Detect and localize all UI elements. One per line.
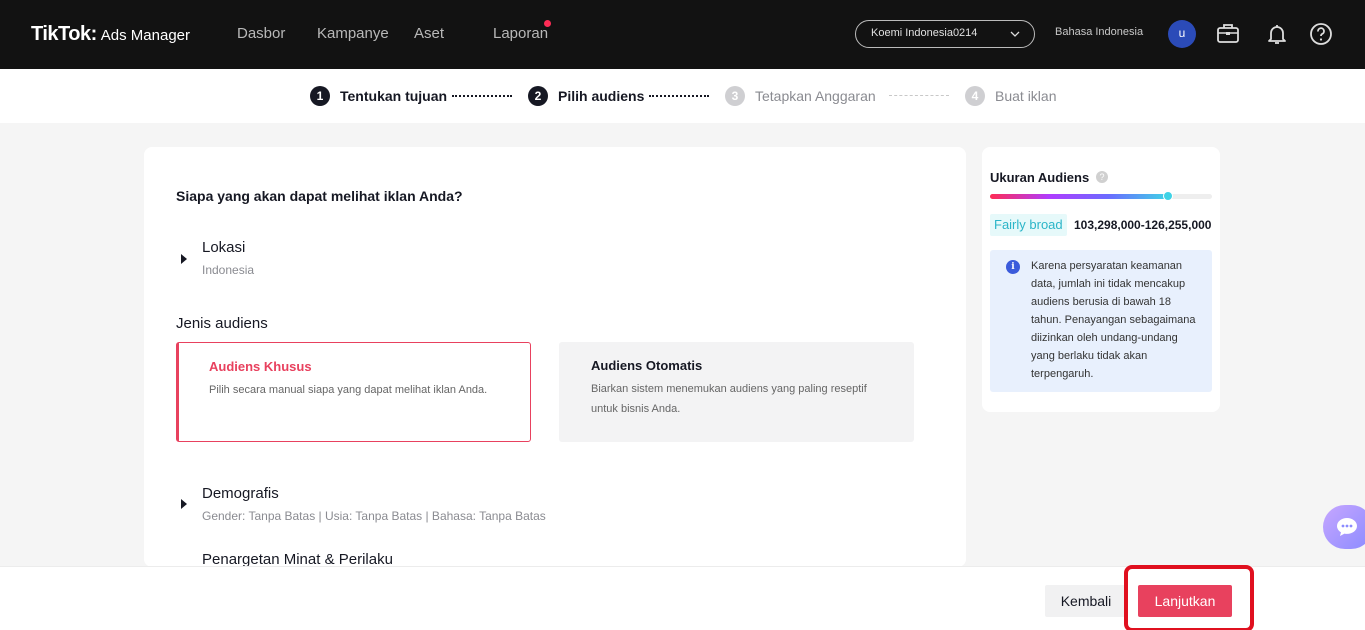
step-number: 4 bbox=[965, 86, 985, 106]
gauge-fill bbox=[990, 194, 1168, 199]
auto-audience-title: Audiens Otomatis bbox=[591, 358, 703, 373]
step-label: Tetapkan Anggaran bbox=[755, 88, 876, 104]
custom-audience-title: Audiens Khusus bbox=[209, 359, 312, 374]
logo-sub-text: Ads Manager bbox=[100, 27, 190, 44]
account-selector[interactable]: Koemi Indonesia0214 bbox=[855, 20, 1035, 48]
chevron-down-icon bbox=[1010, 31, 1020, 37]
notification-dot bbox=[544, 20, 551, 27]
nav-laporan[interactable]: Laporan bbox=[493, 25, 548, 42]
audience-size-card: Ukuran Audiens ? Fairly broad 103,298,00… bbox=[982, 147, 1220, 412]
top-nav-bar: TikTok: Ads Manager Dasbor Kampanye Aset… bbox=[0, 0, 1365, 69]
gauge-knob bbox=[1163, 191, 1173, 201]
lokasi-value: Indonesia bbox=[202, 263, 255, 277]
demografis-value: Gender: Tanpa Batas | Usia: Tanpa Batas … bbox=[202, 509, 546, 523]
step-label: Tentukan tujuan bbox=[340, 88, 448, 104]
step-tentukan-tujuan[interactable]: 1 Tentukan tujuan bbox=[310, 86, 447, 106]
step-pilih-audiens[interactable]: 2 Pilih audiens bbox=[528, 86, 644, 106]
step-number: 2 bbox=[528, 86, 548, 106]
avatar[interactable]: u bbox=[1168, 20, 1196, 48]
continue-button[interactable]: Lanjutkan bbox=[1138, 585, 1232, 617]
auto-audience-desc: Biarkan sistem menemukan audiens yang pa… bbox=[591, 383, 867, 415]
section-question: Siapa yang akan dapat melihat iklan Anda… bbox=[176, 188, 463, 204]
step-connector bbox=[889, 95, 949, 96]
briefcase-icon[interactable] bbox=[1214, 20, 1242, 48]
nav-dasbor[interactable]: Dasbor bbox=[237, 25, 285, 42]
auto-audience-option[interactable]: Audiens Otomatis Biarkan sistem menemuka… bbox=[559, 342, 914, 442]
footer-bar: Kembali Lanjutkan bbox=[0, 565, 1365, 630]
demografis-title: Demografis bbox=[202, 485, 279, 502]
jenis-audiens-label: Jenis audiens bbox=[176, 315, 268, 332]
account-name: Koemi Indonesia0214 bbox=[871, 27, 978, 39]
step-number: 1 bbox=[310, 86, 330, 106]
audience-size-gauge bbox=[990, 191, 1212, 201]
breadth-badge: Fairly broad bbox=[990, 214, 1067, 236]
info-notice: i Karena persyaratan keamanan data, juml… bbox=[990, 250, 1212, 392]
help-icon[interactable] bbox=[1307, 20, 1335, 48]
tiktok-ads-logo[interactable]: TikTok: Ads Manager bbox=[31, 23, 190, 46]
step-label: Pilih audiens bbox=[558, 88, 645, 104]
language-selector[interactable]: Bahasa Indonesia bbox=[1055, 26, 1143, 38]
audience-card: Siapa yang akan dapat melihat iklan Anda… bbox=[144, 147, 966, 567]
progress-stepper: 1 Tentukan tujuan 2 Pilih audiens 3 Teta… bbox=[0, 69, 1365, 123]
custom-audience-desc: Pilih secara manual siapa yang dapat mel… bbox=[209, 384, 488, 396]
minat-perilaku-section[interactable]: Penargetan Minat & Perilaku bbox=[176, 551, 576, 567]
step-buat-iklan: 4 Buat iklan bbox=[965, 86, 1056, 106]
info-icon: i bbox=[1006, 260, 1020, 274]
step-number: 3 bbox=[725, 86, 745, 106]
audience-size-title: Ukuran Audiens bbox=[990, 170, 1090, 185]
lokasi-title: Lokasi bbox=[202, 239, 246, 256]
step-tetapkan-anggaran: 3 Tetapkan Anggaran bbox=[725, 86, 876, 106]
chat-support-button[interactable] bbox=[1323, 505, 1365, 549]
question-icon[interactable]: ? bbox=[1096, 171, 1108, 183]
info-text: Karena persyaratan keamanan data, jumlah… bbox=[1031, 260, 1196, 380]
minat-perilaku-title: Penargetan Minat & Perilaku bbox=[202, 551, 393, 567]
caret-right-icon bbox=[181, 499, 187, 509]
lokasi-section[interactable]: Lokasi Indonesia bbox=[176, 237, 576, 277]
step-connector bbox=[452, 95, 512, 97]
step-connector bbox=[649, 95, 709, 97]
back-button[interactable]: Kembali bbox=[1045, 585, 1127, 617]
audience-range: 103,298,000-126,255,000 bbox=[1074, 218, 1212, 232]
demografis-section[interactable]: Demografis Gender: Tanpa Batas | Usia: T… bbox=[176, 483, 676, 523]
nav-kampanye[interactable]: Kampanye bbox=[317, 25, 389, 42]
custom-audience-option[interactable]: Audiens Khusus Pilih secara manual siapa… bbox=[176, 342, 531, 442]
bell-icon[interactable] bbox=[1263, 20, 1291, 48]
step-label: Buat iklan bbox=[995, 88, 1057, 104]
nav-aset[interactable]: Aset bbox=[414, 25, 444, 42]
chat-icon bbox=[1337, 518, 1357, 536]
logo-main-text: TikTok: bbox=[31, 23, 97, 45]
caret-right-icon bbox=[181, 254, 187, 264]
